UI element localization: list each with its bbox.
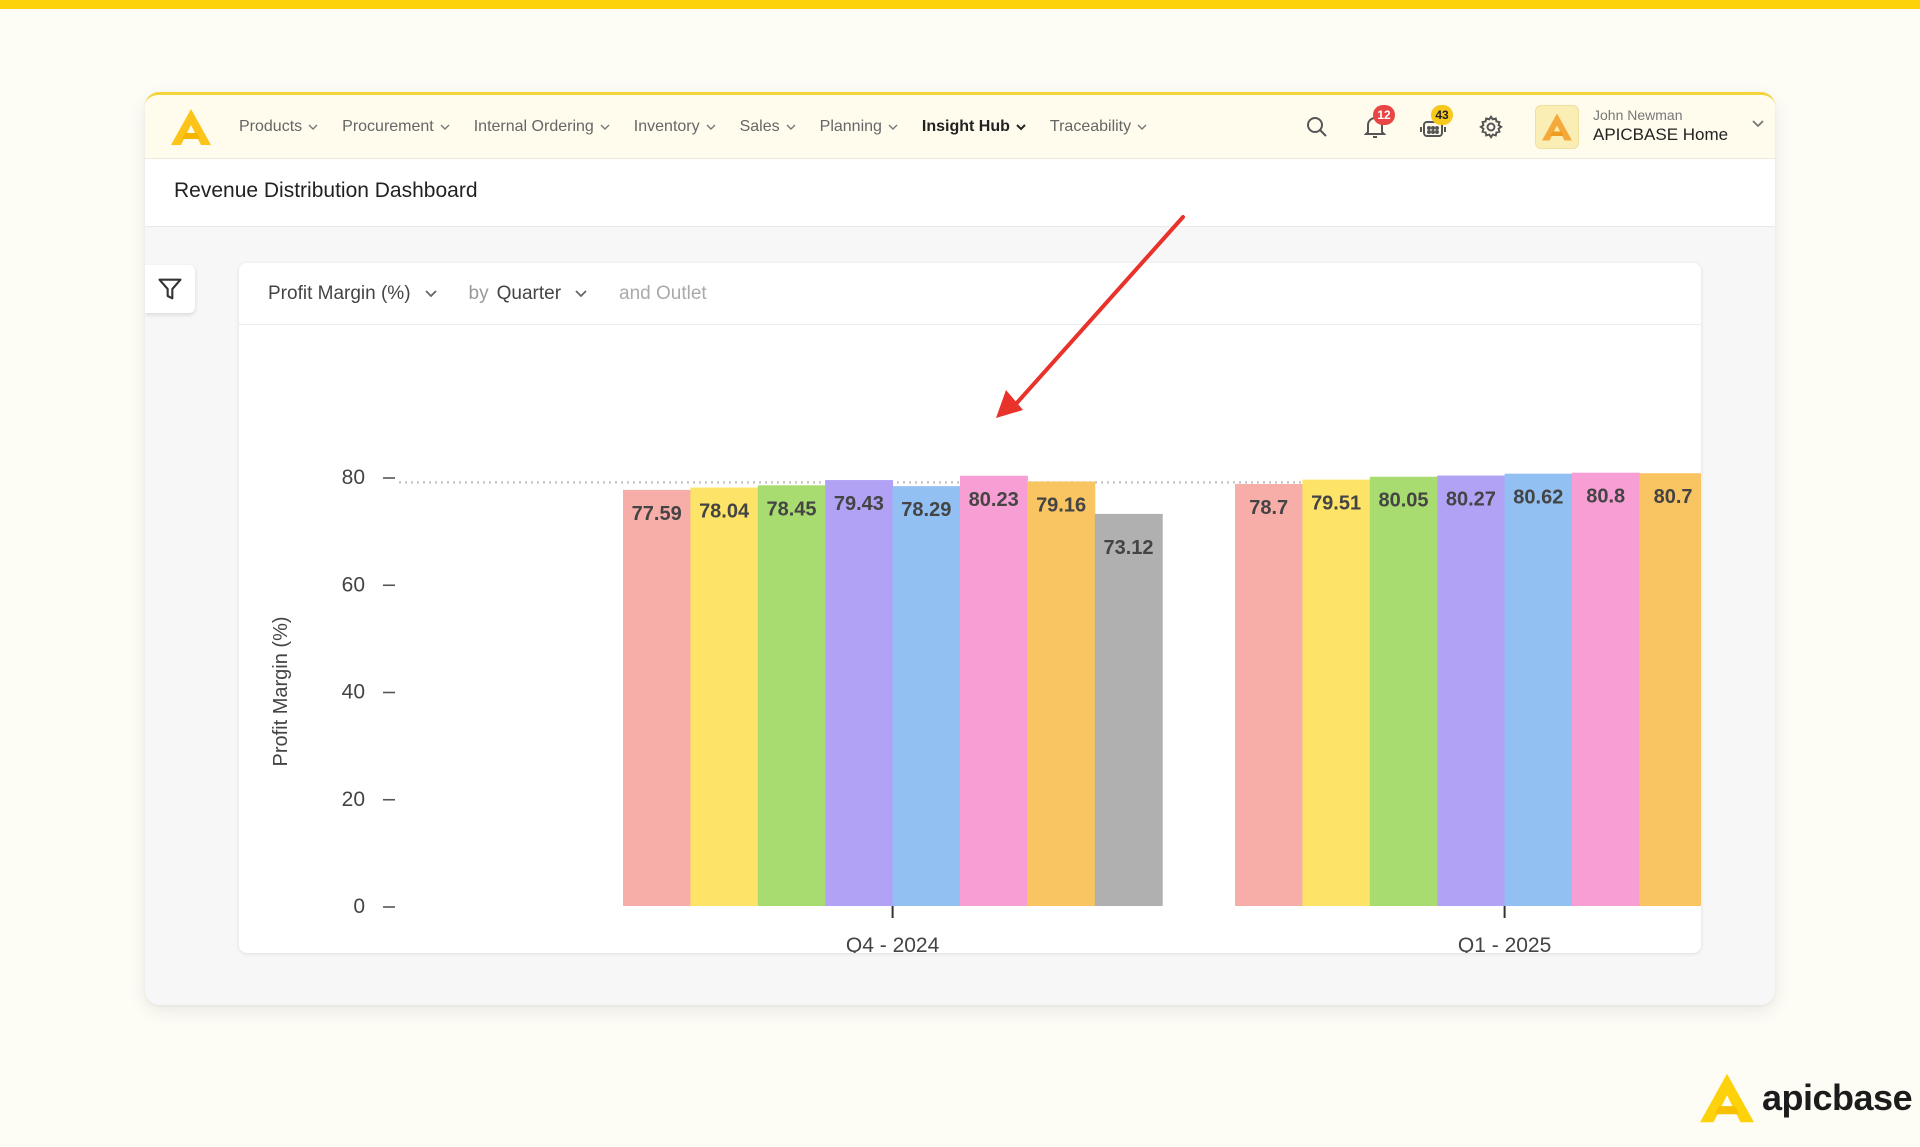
- brand-footer: apicbase: [1700, 1070, 1913, 1126]
- bar-köln-0: [825, 480, 894, 906]
- search-icon: [1307, 117, 1327, 137]
- nav-item-label: Products: [239, 118, 303, 135]
- y-tick-label: 40: [342, 681, 365, 704]
- nav-item-label: Inventory: [633, 118, 700, 135]
- bar-chart: Profit Margin (%) 0 20 40 60 80 77.59 78.04 78.4…: [270, 466, 1701, 953]
- top-navbar: Products Procurement Internal Ordering Inve…: [145, 95, 1775, 159]
- nav-item-label: Internal Ordering: [473, 118, 594, 135]
- data-label: 73.12: [1103, 537, 1153, 559]
- brand-name: apicbase: [1762, 1077, 1913, 1118]
- chevron-down-icon: [1752, 120, 1764, 128]
- assistant-count-badge: 43: [1431, 105, 1453, 125]
- assistant-button[interactable]: 43: [1417, 105, 1453, 143]
- bar-ulm-0: [690, 487, 759, 906]
- nav-item-products[interactable]: Products: [239, 118, 318, 136]
- data-label: 80.23: [969, 489, 1019, 511]
- data-label: 79.43: [834, 493, 884, 515]
- bar-mainz-1: [1639, 473, 1701, 906]
- org-avatar: [1535, 105, 1579, 149]
- data-label: 79.51: [1311, 493, 1361, 515]
- data-label: 78.7: [1249, 497, 1288, 519]
- top-accent-stripe: [0, 0, 1920, 9]
- data-label: 80.27: [1446, 489, 1496, 511]
- app-window: Products Procurement Internal Ordering Inve…: [145, 92, 1775, 1005]
- page-title: Revenue Distribution Dashboard: [174, 179, 478, 202]
- x-category-label: Q4 - 2024: [846, 934, 940, 953]
- filter-button[interactable]: [145, 265, 195, 313]
- account-user-name: John Newman: [1593, 107, 1683, 123]
- notifications-count-badge: 12: [1373, 105, 1395, 125]
- x-category-label: Q1 - 2025: [1458, 934, 1551, 953]
- data-label: 79.16: [1036, 495, 1086, 517]
- data-label: 80.7: [1654, 486, 1693, 508]
- bar-leipzig-1: [1504, 473, 1573, 906]
- y-tick-label: 20: [342, 788, 365, 811]
- nav-item-procurement[interactable]: Procurement: [342, 118, 450, 136]
- data-label: 80.05: [1378, 490, 1428, 512]
- y-tick-label: 80: [342, 466, 365, 489]
- nav-item-internal-ordering[interactable]: Internal Ordering: [474, 118, 610, 136]
- nav-item-traceability[interactable]: Traceability: [1050, 118, 1147, 136]
- chevron-down-icon: [706, 124, 716, 130]
- chevron-down-icon: [440, 124, 450, 130]
- nav-item-insight-hub[interactable]: Insight Hub: [922, 118, 1026, 136]
- y-tick-label: 0: [353, 895, 365, 918]
- chart-card: Profit Margin (%) by Quarter and Outlet …: [239, 263, 1701, 953]
- nav-item-label: Planning: [819, 118, 882, 135]
- bar-bonn-0: [757, 485, 826, 906]
- chevron-down-icon: [308, 124, 318, 130]
- filter-icon: [158, 278, 182, 300]
- chevron-down-icon: [786, 124, 796, 130]
- nav-item-planning[interactable]: Planning: [820, 118, 898, 136]
- nav-item-inventory[interactable]: Inventory: [634, 118, 716, 136]
- data-label: 78.45: [766, 498, 816, 520]
- y-tick-label: 60: [342, 573, 365, 596]
- search-button[interactable]: [1301, 111, 1333, 143]
- nav-item-label: Sales: [739, 118, 780, 135]
- chevron-down-icon: [600, 124, 610, 130]
- gear-icon: [1479, 114, 1503, 139]
- nav-item-label: Traceability: [1049, 118, 1132, 135]
- chevron-down-icon: [888, 124, 898, 130]
- bar-köln-1: [1437, 475, 1506, 906]
- bar-essen-1: [1572, 472, 1640, 906]
- chevron-down-icon: [1016, 124, 1026, 131]
- data-label: 77.59: [632, 503, 682, 525]
- bar-essen-0: [960, 475, 1028, 906]
- nav-item-sales[interactable]: Sales: [740, 118, 796, 136]
- bar-leipzig-0: [892, 486, 961, 906]
- bar-mainz-0: [1027, 481, 1096, 906]
- bar-berlin-0: [623, 489, 691, 906]
- nav-item-label: Procurement: [342, 118, 434, 135]
- nav-item-label: Insight Hub: [921, 118, 1010, 135]
- apicbase-logo-icon: [1542, 113, 1572, 141]
- notifications-button[interactable]: 12: [1359, 105, 1395, 143]
- data-label: 80.62: [1513, 487, 1563, 509]
- bar-berlin-1: [1235, 483, 1303, 906]
- y-axis-title: Profit Margin (%): [270, 616, 292, 766]
- bar-ulm-1: [1302, 479, 1371, 906]
- data-label: 80.8: [1586, 486, 1625, 508]
- data-label: 78.29: [901, 499, 951, 521]
- apicbase-logo-icon: [1700, 1073, 1754, 1123]
- apicbase-logo-icon[interactable]: [171, 109, 211, 145]
- bar-dresden-0: [1094, 513, 1163, 906]
- settings-button[interactable]: [1475, 111, 1507, 143]
- bar-bonn-1: [1369, 476, 1438, 906]
- chevron-down-icon: [1137, 124, 1147, 130]
- page-header: Revenue Distribution Dashboard: [145, 159, 1775, 227]
- account-org-name: APICBASE Home: [1593, 125, 1729, 144]
- data-label: 78.04: [699, 501, 750, 523]
- account-switcher[interactable]: John Newman APICBASE Home: [1535, 103, 1765, 151]
- main-menu: Products Procurement Internal Ordering Inve…: [239, 95, 1171, 159]
